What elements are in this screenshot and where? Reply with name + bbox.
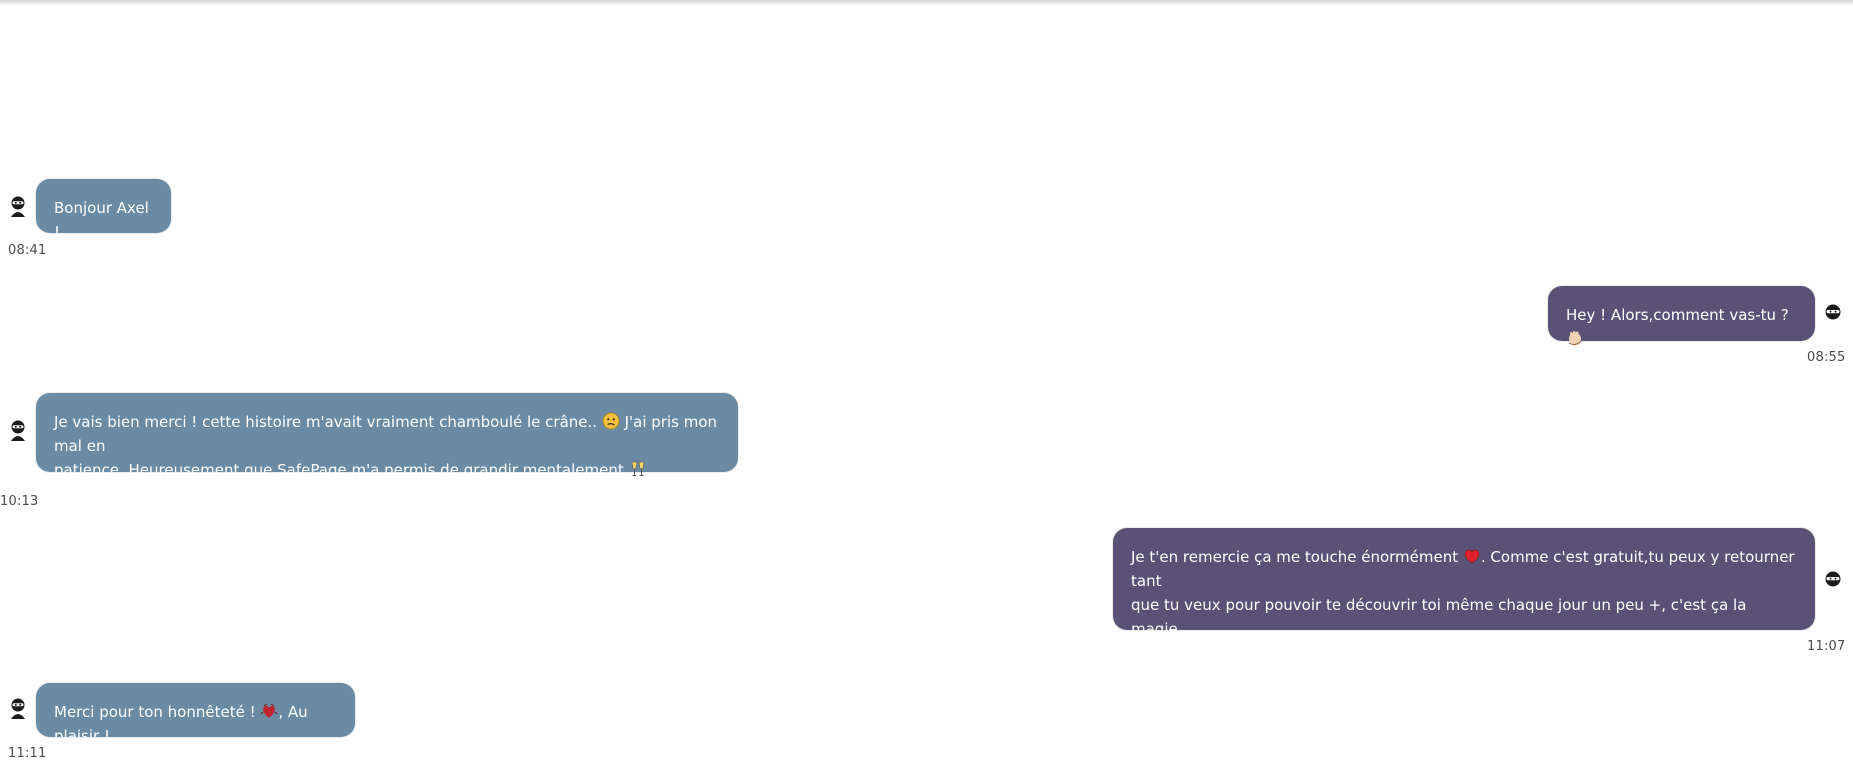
message-text: Bonjour Axel ! [54, 199, 149, 241]
message-text: d'internet ! [1131, 644, 1215, 662]
red-heart-icon [1464, 549, 1480, 564]
ninja-avatar-icon [1824, 570, 1842, 592]
ninja-avatar-icon [9, 420, 27, 442]
message-text: Je t'en remercie ça me touche énormément [1131, 548, 1459, 566]
message-text: Merci pour ton honnêteté ! [54, 703, 256, 721]
message-timestamp: 11:11 [8, 746, 47, 761]
ninja-avatar-icon [9, 196, 27, 218]
message-timestamp: 08:41 [8, 243, 47, 258]
message-text: Hey ! Alors,comment vas-tu ? [1566, 306, 1789, 324]
clinking-glasses-icon [631, 461, 644, 476]
message-timestamp: 10:13 [0, 494, 39, 509]
message-text: Je vais bien merci ! cette histoire m'av… [54, 413, 598, 431]
message-bubble: Bonjour Axel ! [36, 179, 171, 241]
chat-thread: Bonjour Axel ! 08:41 Hey ! Alors,comment… [0, 0, 1853, 771]
message-bubble: Hey ! Alors,comment vas-tu ? [1548, 286, 1815, 346]
message-bubble: Je t'en remercie ça me touche énormément… [1113, 528, 1815, 662]
confused-face-icon [602, 412, 620, 430]
message-text: patience. Heureusement que SafePage m'a … [54, 461, 624, 479]
message-line: d'internet ! [1131, 641, 1797, 665]
ninja-avatar-icon [1824, 303, 1842, 325]
message-timestamp: 08:55 [1807, 350, 1846, 365]
ninja-avatar-icon [9, 698, 27, 720]
message-line: Je t'en remercie ça me touche énormément… [1131, 545, 1797, 593]
message-bubble: Merci pour ton honnêteté ! , Au plaisir … [36, 683, 355, 745]
message-line: patience. Heureusement que SafePage m'a … [54, 458, 720, 482]
message-timestamp: 11:07 [1807, 639, 1846, 654]
message-bubble: Je vais bien merci ! cette histoire m'av… [36, 393, 738, 479]
message-line: Je vais bien merci ! cette histoire m'av… [54, 410, 720, 458]
heart-decoration-icon [261, 703, 278, 718]
message-line: que tu veux pour pouvoir te découvrir to… [1131, 593, 1797, 641]
message-text: que tu veux pour pouvoir te découvrir to… [1131, 596, 1747, 638]
waving-hand-icon [1568, 331, 1582, 346]
